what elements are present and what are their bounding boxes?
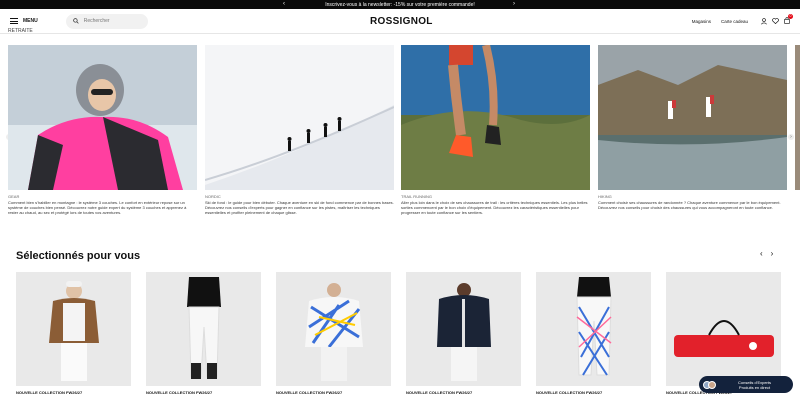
search-box[interactable]: [65, 13, 148, 29]
expert-line2: Produits en direct: [738, 384, 771, 390]
product-image-pattern-pants[interactable]: [536, 272, 651, 386]
product-card[interactable]: NOUVELLE COLLECTION FW26/27: [276, 272, 391, 395]
menu-label: MENU: [23, 18, 38, 24]
editorial-description: Ski de fond : le guide pour bien débuter…: [205, 200, 394, 215]
promo-next-arrow[interactable]: ›: [513, 0, 515, 9]
product-image-red-ski-bag[interactable]: [666, 272, 781, 386]
product-label: NOUVELLE COLLECTION FW26/27: [406, 390, 473, 395]
expert-advice-button[interactable]: Conseils d'Experts Produits en direct: [699, 376, 793, 393]
account-icon[interactable]: [761, 17, 767, 25]
product-label: NOUVELLE COLLECTION FW26/27: [536, 390, 603, 395]
product-image-brown-jacket[interactable]: [16, 272, 131, 386]
editorial-card[interactable]: HIKING Comment choisir ses chaussures de…: [598, 45, 787, 210]
product-card[interactable]: NOUVELLE COLLECTION FW26/27: [16, 272, 131, 395]
editorial-category: TRAIL RUNNING: [401, 194, 432, 199]
product-card[interactable]: NOUVELLE COLLECTION FW26/27: [406, 272, 521, 395]
expert-avatar: [708, 380, 716, 389]
gift-card-link[interactable]: Carte cadeau: [721, 19, 748, 24]
menu-button[interactable]: MENU: [10, 18, 38, 24]
search-icon: [72, 18, 79, 24]
editorial-section-label: RETRAITE: [8, 28, 33, 34]
product-label: NOUVELLE COLLECTION FW26/27: [146, 390, 213, 395]
product-image-white-pants[interactable]: [146, 272, 261, 386]
cart-button[interactable]: 0: [784, 14, 793, 25]
brand-logo[interactable]: ROSSIGNOL: [370, 16, 432, 27]
editorial-description: Comment bien s'habiller en montagne : le…: [8, 200, 187, 215]
product-image-pattern-jacket[interactable]: [276, 272, 391, 386]
editorial-image-nordic[interactable]: [205, 45, 394, 190]
products-prev-button[interactable]: ‹: [760, 249, 763, 258]
site-header: MENU ROSSIGNOL Magasins Carte cadeau: [0, 9, 800, 34]
promo-text[interactable]: Inscrivez-vous à la newsletter: -15% sur…: [325, 2, 475, 8]
product-label: NOUVELLE COLLECTION FW26/27: [276, 390, 343, 395]
editorial-description: Comment choisir ses chaussures de randon…: [598, 200, 781, 210]
editorial-category: NORDIC: [205, 194, 221, 199]
stores-link[interactable]: Magasins: [692, 19, 711, 24]
wishlist-heart-icon[interactable]: [772, 18, 779, 24]
editorial-card[interactable]: GEAR Comment bien s'habiller en montagne…: [8, 45, 197, 215]
next-card-peek: [795, 45, 800, 190]
product-image-navy-jacket[interactable]: [406, 272, 521, 386]
product-card[interactable]: NOUVELLE COLLECTION FW26/27: [146, 272, 261, 395]
editorial-category: HIKING: [598, 194, 612, 199]
search-input[interactable]: [83, 18, 139, 24]
editorial-category: GEAR: [8, 194, 20, 199]
hamburger-icon: [10, 18, 18, 24]
editorial-image-hiking[interactable]: [598, 45, 787, 190]
editorial-description: Aller plus loin dans le choix de ses cha…: [401, 200, 588, 215]
editorial-card[interactable]: TRAIL RUNNING Aller plus loin dans le ch…: [401, 45, 590, 215]
product-card[interactable]: NOUVELLE COLLECTION FW26/27: [536, 272, 651, 395]
promo-prev-arrow[interactable]: ‹: [283, 0, 285, 9]
promo-bar: ‹ Inscrivez-vous à la newsletter: -15% s…: [0, 0, 800, 9]
editorial-image-gear[interactable]: [8, 45, 197, 190]
editorial-image-trail[interactable]: [401, 45, 590, 190]
product-label: NOUVELLE COLLECTION FW26/27: [16, 390, 83, 395]
editorial-next-arrow[interactable]: ›: [788, 134, 794, 140]
editorial-card[interactable]: NORDIC Ski de fond : le guide pour bien …: [205, 45, 394, 215]
section-title: Sélectionnés pour vous: [16, 250, 141, 262]
products-next-button[interactable]: ›: [771, 249, 774, 258]
cart-count-badge: 0: [788, 14, 793, 19]
